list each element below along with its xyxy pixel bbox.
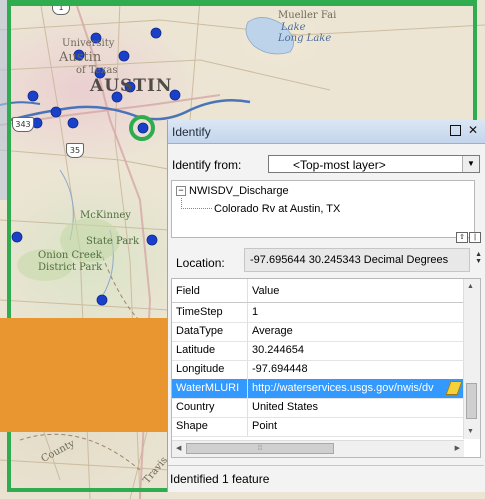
row-value: Average [252,325,293,337]
tree-feature-node[interactable]: Colorado Rv at Austin, TX [214,203,340,215]
scroll-thumb-horizontal[interactable]: ⦙⦙⦙ [186,443,334,454]
location-label: Location: [176,256,225,270]
table-row[interactable]: DataType Average [172,322,464,342]
collapse-icon[interactable]: − [176,186,186,196]
row-value: -97.694448 [252,363,308,375]
results-tree[interactable]: − NWISDV_Discharge Colorado Rv at Austin… [171,180,475,238]
scroll-down-icon[interactable]: ▼ [467,428,474,435]
table-row[interactable]: Longitude -97.694448 [172,360,464,380]
pencil-icon[interactable] [445,381,463,395]
scroll-right-icon[interactable]: ▶ [455,444,460,452]
row-field: Country [176,401,215,413]
identify-title: Identify [172,124,211,139]
grid-header: Field Value [172,279,464,303]
maximize-icon[interactable] [450,125,461,136]
row-value: 1 [252,306,259,318]
identify-from-select[interactable]: <Top-most layer> ▼ [268,155,480,173]
row-field: WaterMLURI [176,382,240,394]
row-field: TimeStep [176,306,223,318]
identify-titlebar[interactable]: Identify ✕ [168,120,485,144]
row-field: Latitude [176,344,216,356]
tree-layer-node[interactable]: − NWISDV_Discharge [176,185,289,197]
identify-window: Identify ✕ Identify from: <Top-most laye… [167,120,485,492]
table-row-selected[interactable]: WaterMLURI http://waterservices.usgs.gov… [172,379,464,399]
tree-layer-label: NWISDV_Discharge [189,185,289,197]
tree-connector [181,198,212,209]
row-field: Longitude [176,363,225,375]
location-value: -97.695644 30.245343 Decimal Degrees [244,248,470,272]
column-field[interactable]: Field [176,285,200,297]
expand-icon[interactable]: ⇧ [456,232,468,243]
row-field: DataType [176,325,224,337]
location-scroll-icon[interactable]: ▲ ▼ [475,251,482,265]
pin-icon[interactable]: | [469,232,481,243]
status-bar: Identified 1 feature [168,465,484,489]
scroll-up-icon[interactable]: ▲ [467,283,474,290]
row-value: 30.244654 [252,344,304,356]
row-field: Shape [176,420,208,432]
row-value: http://waterservices.usgs.gov/nwis/dv [252,382,434,394]
vertical-scrollbar[interactable]: ▲ ▼ [463,279,480,439]
close-icon[interactable]: ✕ [467,124,479,136]
identify-from-value: <Top-most layer> [293,158,386,172]
scroll-left-icon[interactable]: ◀ [176,444,181,452]
horizontal-scrollbar[interactable]: ◀ ⦙⦙⦙ ▶ [172,440,464,457]
column-value[interactable]: Value [252,285,279,297]
row-value: United States [252,401,319,413]
overlay-block [0,318,186,432]
identify-from-label: Identify from: [172,158,242,172]
row-value: Point [252,420,278,432]
chevron-down-icon[interactable]: ▼ [462,156,479,172]
table-row[interactable]: TimeStep 1 [172,303,464,323]
table-row[interactable]: Shape Point [172,417,464,437]
attribute-grid[interactable]: Field Value TimeStep 1 DataType Average … [171,278,481,458]
table-row[interactable]: Latitude 30.244654 [172,341,464,361]
table-row[interactable]: Country United States [172,398,464,418]
scroll-thumb[interactable] [466,383,477,419]
